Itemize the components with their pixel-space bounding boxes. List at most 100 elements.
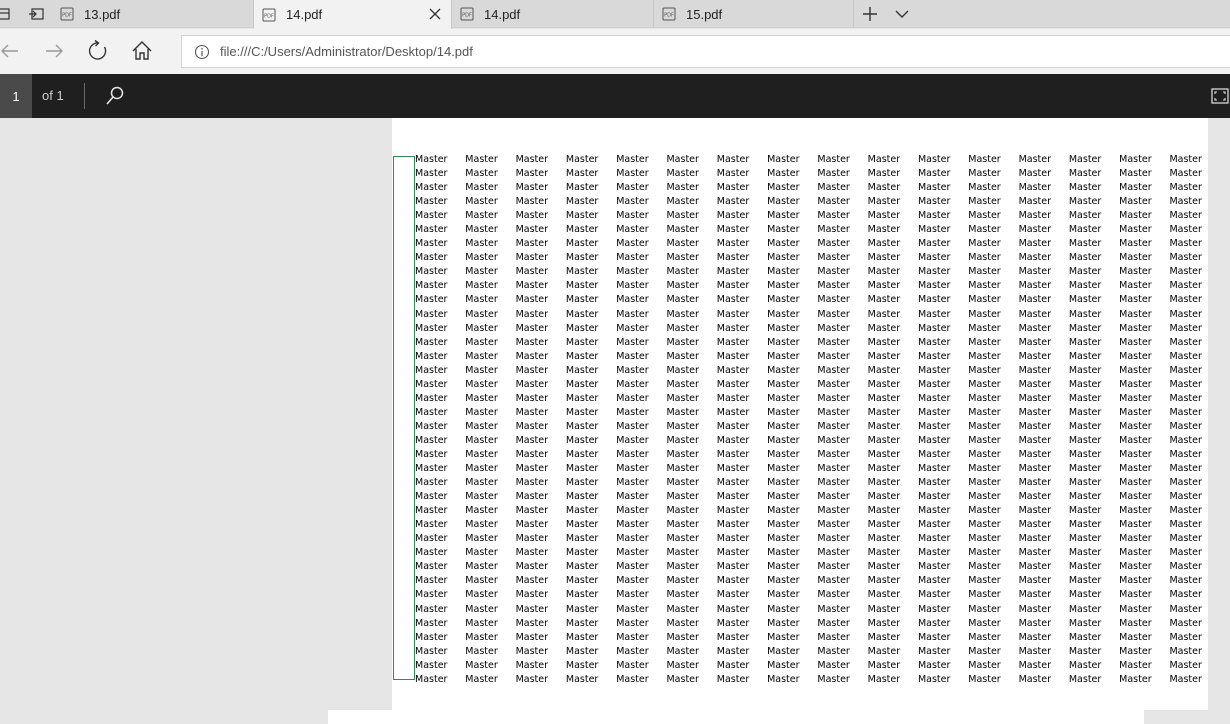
- pdf-text-cell: Master: [867, 350, 901, 362]
- pdf-text-cell: Master: [465, 266, 498, 278]
- pdf-text-cell: Master: [565, 575, 599, 587]
- pdf-text-cell: Master: [1068, 308, 1102, 320]
- pdf-text-cell: Master: [817, 645, 850, 657]
- pdf-text-cell: Master: [616, 505, 649, 517]
- pdf-text-cell: Master: [1068, 322, 1102, 334]
- pdf-viewer-canvas[interactable]: Master Master Master Master Master Master Mast…: [0, 118, 1230, 724]
- pdf-text-cell: Master: [515, 617, 549, 629]
- pdf-text-cell: Master: [867, 224, 901, 236]
- pdf-text-cell: Master: [1169, 224, 1202, 236]
- fit-to-page-icon[interactable]: [1210, 87, 1230, 105]
- pdf-text-cell: Master: [515, 308, 549, 320]
- pdf-text-cell: Master: [716, 645, 750, 657]
- pdf-file-icon: PDF: [662, 7, 676, 21]
- pdf-text-cell: Master: [415, 392, 448, 404]
- close-tab-icon[interactable]: [427, 6, 443, 22]
- pdf-text-cell: Master: [1068, 533, 1102, 545]
- pdf-text-cell: Master: [917, 659, 951, 671]
- pdf-text-cell: Master: [1068, 645, 1102, 657]
- pdf-text-cell: Master: [817, 294, 850, 306]
- tab-preview-icon[interactable]: [0, 6, 12, 22]
- tab-13pdf[interactable]: PDF 13.pdf: [52, 0, 254, 28]
- forward-arrow-icon[interactable]: [42, 39, 66, 63]
- pdf-text-cell: Master: [465, 448, 498, 460]
- tab-list-chevron-down-icon[interactable]: [891, 4, 913, 24]
- pdf-text-cell: Master: [867, 280, 901, 292]
- pdf-text-cell: Master: [968, 252, 1001, 264]
- pdf-text-cell: Master: [917, 589, 951, 601]
- new-tab-plus-icon[interactable]: [859, 4, 881, 24]
- pdf-text-cell: Master: [1119, 392, 1152, 404]
- pdf-text-cell: Master: [1018, 210, 1052, 222]
- pdf-text-cell: Master: [465, 589, 498, 601]
- back-arrow-icon[interactable]: [0, 39, 22, 63]
- home-icon[interactable]: [130, 39, 154, 63]
- pdf-text-cell: Master: [666, 378, 699, 390]
- pdf-text-cell: Master: [515, 266, 549, 278]
- pdf-text-cell: Master: [1119, 266, 1152, 278]
- pdf-text-cell: Master: [666, 617, 699, 629]
- address-bar[interactable]: file:///C:/Users/Administrator/Desktop/1…: [181, 35, 1230, 68]
- pdf-text-cell: Master: [1119, 336, 1152, 348]
- refresh-icon[interactable]: [86, 39, 110, 63]
- pdf-text-cell: Master: [917, 168, 951, 180]
- pdf-text-cell: Master: [565, 463, 599, 475]
- tab-14pdf-active[interactable]: PDF 14.pdf: [254, 0, 452, 29]
- pdf-text-cell: Master: [716, 280, 750, 292]
- pdf-text-cell: Master: [616, 434, 649, 446]
- set-aside-tabs-icon[interactable]: [28, 6, 44, 22]
- pdf-text-cell: Master: [1119, 434, 1152, 446]
- pdf-text-cell: Master: [716, 294, 750, 306]
- search-icon[interactable]: [104, 85, 126, 107]
- pdf-text-cell: Master: [767, 533, 800, 545]
- pdf-text-cell: Master: [616, 547, 649, 559]
- pdf-text-cell: Master: [817, 659, 850, 671]
- pdf-text-cell: Master: [1169, 182, 1202, 194]
- pdf-text-cell: Master: [415, 561, 448, 573]
- pdf-text-cell: Master: [415, 673, 448, 685]
- pdf-text-cell: Master: [1169, 659, 1202, 671]
- pdf-text-cell: Master: [1068, 448, 1102, 460]
- pdf-text-cell: Master: [767, 364, 800, 376]
- pdf-text-cell: Master: [716, 252, 750, 264]
- pdf-page: Master Master Master Master Master Master Mast…: [392, 118, 1208, 710]
- pdf-text-cell: Master: [867, 266, 901, 278]
- pdf-text-cell: Master: [1068, 434, 1102, 446]
- pdf-text-cell: Master: [716, 463, 750, 475]
- pdf-text-cell: Master: [565, 196, 599, 208]
- pdf-text-cell: Master: [1068, 224, 1102, 236]
- pdf-text-cell: Master: [817, 519, 850, 531]
- pdf-text-cell: Master: [1119, 168, 1152, 180]
- pdf-text-cell: Master: [415, 659, 448, 671]
- pdf-text-cell: Master: [917, 364, 951, 376]
- pdf-text-cell: Master: [867, 322, 901, 334]
- pdf-text-cell: Master: [515, 673, 549, 685]
- pdf-text-cell: Master: [1018, 420, 1052, 432]
- pdf-text-cell: Master: [767, 659, 800, 671]
- pdf-text-cell: Master: [1169, 477, 1202, 489]
- pdf-text-cell: Master: [465, 477, 498, 489]
- pdf-text-cell: Master: [565, 378, 599, 390]
- pdf-text-cell: Master: [616, 448, 649, 460]
- pdf-text-cell: Master: [616, 336, 649, 348]
- pdf-text-cell: Master: [515, 659, 549, 671]
- tab-15pdf[interactable]: PDF 15.pdf: [654, 0, 854, 28]
- page-number-input[interactable]: 1: [0, 74, 32, 118]
- site-info-icon[interactable]: [194, 44, 210, 60]
- address-url: file:///C:/Users/Administrator/Desktop/1…: [220, 44, 473, 59]
- pdf-text-cell: Master: [666, 392, 699, 404]
- pdf-text-cell: Master: [716, 589, 750, 601]
- pdf-file-icon: PDF: [262, 8, 276, 21]
- pdf-text-cell: Master: [917, 519, 951, 531]
- pdf-text-cell: Master: [465, 238, 498, 250]
- tab-14pdf[interactable]: PDF 14.pdf: [452, 0, 654, 28]
- pdf-text-cell: Master: [817, 406, 850, 418]
- svg-text:PDF: PDF: [462, 13, 472, 19]
- pdf-text-cell: Master: [565, 294, 599, 306]
- pdf-text-cell: Master: [817, 547, 850, 559]
- pdf-text-cell: Master: [465, 617, 498, 629]
- pdf-text-cell: Master: [968, 392, 1001, 404]
- svg-text:PDF: PDF: [62, 13, 72, 19]
- pdf-text-cell: Master: [968, 434, 1001, 446]
- pdf-text-cell: Master: [917, 308, 951, 320]
